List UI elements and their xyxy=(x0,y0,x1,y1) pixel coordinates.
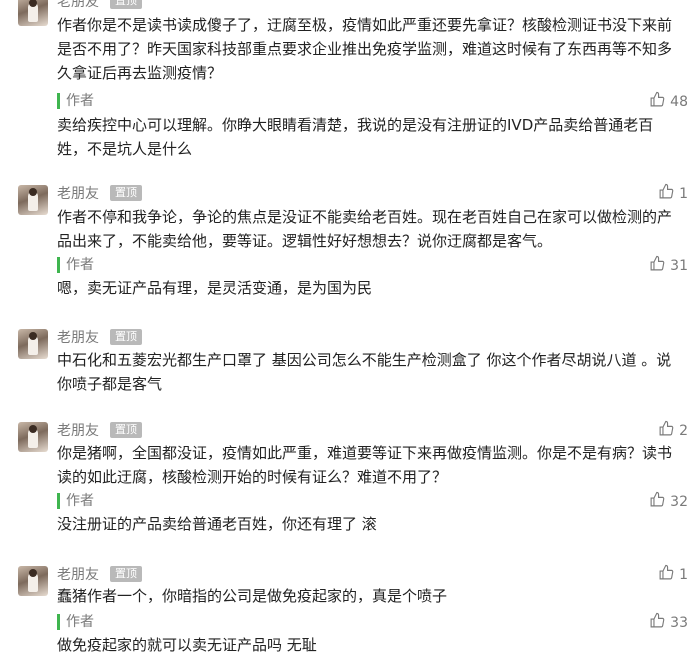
pinned-badge: 置顶 xyxy=(110,185,142,201)
comment-text: 中石化和五菱宏光都生产口罩了 基因公司怎么不能生产检测盒了 你这个作者尽胡说八道… xyxy=(57,351,672,393)
thumbs-up-icon xyxy=(658,420,675,441)
pinned-badge: 置顶 xyxy=(110,566,142,582)
like-count: 31 xyxy=(670,257,688,274)
author-label: 作者 xyxy=(57,93,94,109)
comment-like-button[interactable]: 1 xyxy=(658,564,688,585)
reply-like-button[interactable]: 48 xyxy=(649,91,688,112)
comment-nickname: 老朋友 xyxy=(57,423,99,439)
avatar[interactable] xyxy=(18,329,48,359)
thumbs-up-icon xyxy=(649,255,666,276)
reply-like-button[interactable]: 33 xyxy=(649,612,688,633)
avatar[interactable] xyxy=(18,422,48,452)
avatar[interactable] xyxy=(18,0,48,26)
reply-like-button[interactable]: 32 xyxy=(649,491,688,512)
author-reply-text: 嗯，卖无证产品有理，是灵活变通，是为国为民 xyxy=(57,279,373,297)
comment-nickname: 老朋友 xyxy=(57,567,99,583)
author-label: 作者 xyxy=(57,614,94,630)
thumbs-up-icon xyxy=(658,564,675,585)
author-reply-text: 做免疫起家的就可以卖无证产品吗 无耻 xyxy=(57,636,317,654)
comment-text: 作者不停和我争论，争论的焦点是没证不能卖给老百姓。现在老百姓自己在家可以做检测的… xyxy=(57,208,673,250)
like-count: 1 xyxy=(679,566,688,583)
comment-like-button[interactable]: 2 xyxy=(658,420,688,441)
author-reply-text: 卖给疾控中心可以理解。你睁大眼睛看清楚，我说的是没有注册证的IVD产品卖给普通老… xyxy=(57,116,654,158)
like-count: 33 xyxy=(670,614,688,631)
pinned-badge: 置顶 xyxy=(110,329,142,345)
comment-text: 你是猪啊，全国都没证，疫情如此严重，难道要等证下来再做疫情监测。你是不是有病？读… xyxy=(57,444,673,486)
thumbs-up-icon xyxy=(649,91,666,112)
thumbs-up-icon xyxy=(649,491,666,512)
comment-like-button[interactable]: 1 xyxy=(658,183,688,204)
like-count: 1 xyxy=(679,185,688,202)
thumbs-up-icon xyxy=(649,612,666,633)
pinned-badge: 置顶 xyxy=(110,422,142,438)
like-count: 48 xyxy=(670,93,688,110)
author-label: 作者 xyxy=(57,257,94,273)
author-label: 作者 xyxy=(57,493,94,509)
reply-like-button[interactable]: 31 xyxy=(649,255,688,276)
like-count: 2 xyxy=(679,422,688,439)
author-reply-text: 没注册证的产品卖给普通老百姓，你还有理了 滚 xyxy=(57,515,377,533)
pinned-badge: 置顶 xyxy=(110,0,142,9)
comment-nickname: 老朋友 xyxy=(57,0,99,10)
comment-text: 作者你是不是读书读成傻子了，迂腐至极，疫情如此严重还要先拿证？核酸检测证书没下来… xyxy=(57,16,673,82)
thumbs-up-icon xyxy=(658,183,675,204)
avatar[interactable] xyxy=(18,566,48,596)
comment-nickname: 老朋友 xyxy=(57,186,99,202)
avatar[interactable] xyxy=(18,185,48,215)
comment-nickname: 老朋友 xyxy=(57,330,99,346)
comment-text: 蠢猪作者一个，你暗指的公司是做免疫起家的，真是个喷子 xyxy=(57,587,448,605)
like-count: 32 xyxy=(670,493,688,510)
